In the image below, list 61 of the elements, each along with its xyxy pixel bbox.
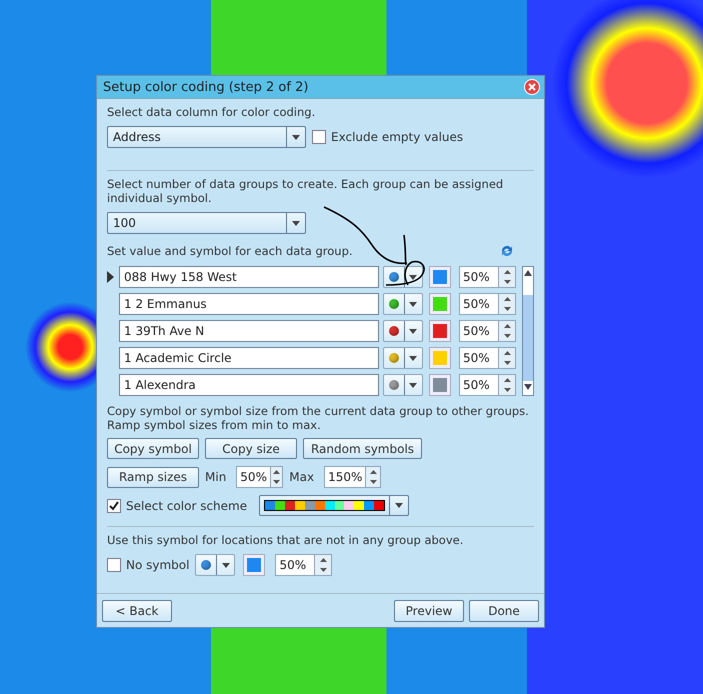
caret-icon (409, 274, 418, 280)
size-spinner[interactable]: 50% (459, 374, 516, 396)
color-swatch[interactable] (429, 266, 451, 288)
back-button[interactable]: < Back (102, 600, 172, 622)
action-button[interactable]: Random symbols (303, 438, 422, 459)
scroll-down-icon[interactable] (524, 384, 532, 390)
action-button[interactable]: Copy symbol (107, 438, 199, 459)
section-label: Copy symbol or symbol size from the current data group to other groups. Ramp symbol sizes from min to max. (107, 404, 530, 432)
color-scheme-checkbox[interactable]: Select color scheme (107, 498, 248, 512)
size-spinner[interactable]: 50% (275, 554, 332, 576)
size-spinner[interactable]: 50% (459, 266, 516, 288)
size-spinner[interactable]: 50% (459, 293, 516, 315)
caret-icon (409, 382, 418, 388)
section-label: Set value and symbol for each data group. (107, 244, 353, 258)
caret-icon (395, 503, 404, 508)
close-icon[interactable] (524, 79, 540, 95)
exclude-checkbox[interactable]: Exclude empty values (312, 130, 464, 144)
window-title: Setup color coding (step 2 of 2) (103, 80, 308, 94)
section-label: Select data column for color coding. (107, 105, 316, 119)
symbol-dropdown[interactable] (383, 293, 423, 315)
no-symbol-checkbox[interactable]: No symbol (107, 558, 190, 572)
group-count-dropdown[interactable]: 100 (107, 212, 306, 234)
checkmark-icon (109, 500, 119, 510)
value-field[interactable]: 1 2 Emmanus (119, 293, 379, 315)
ramp-sizes-button[interactable]: Ramp sizes (107, 466, 199, 488)
size-spinner[interactable]: 50% (459, 320, 516, 342)
color-swatch[interactable] (429, 320, 451, 342)
color-swatch[interactable] (429, 347, 451, 369)
symbol-dropdown[interactable] (383, 347, 423, 369)
value-field[interactable]: 1 39Th Ave N (119, 320, 379, 342)
symbol-dropdown[interactable] (383, 374, 423, 396)
caret-icon (222, 562, 230, 568)
action-button[interactable]: Copy size (205, 438, 297, 459)
color-swatch[interactable] (429, 293, 451, 315)
row-marker-icon (107, 271, 115, 283)
min-spinner[interactable]: 50% (236, 466, 284, 488)
symbol-dropdown[interactable] (383, 320, 423, 342)
color-scheme-dropdown[interactable] (259, 495, 410, 516)
caret-icon (409, 328, 418, 334)
value-field[interactable]: 088 Hwy 158 West (119, 266, 379, 288)
color-swatch[interactable] (243, 554, 266, 576)
section-label: Use this symbol for locations that are not in any group above. (107, 533, 464, 547)
refresh-icon[interactable] (500, 244, 514, 258)
color-swatch[interactable] (429, 374, 451, 396)
max-label: Max (289, 470, 314, 484)
caret-icon (292, 134, 300, 140)
section-label: Select number of data groups to create. Each group can be assigned individual symbol. (107, 177, 504, 205)
min-label: Min (205, 470, 226, 484)
max-spinner[interactable]: 150% (324, 466, 382, 488)
caret-icon (409, 356, 418, 360)
value-field[interactable]: 1 Academic Circle (119, 347, 379, 369)
scrollbar[interactable] (522, 266, 534, 396)
preview-button[interactable]: Preview (394, 600, 464, 622)
column-dropdown[interactable]: Address (107, 126, 306, 148)
size-spinner[interactable]: 50% (459, 347, 516, 369)
symbol-dropdown[interactable] (195, 554, 236, 576)
caret-icon (292, 220, 300, 226)
caret-icon (409, 302, 418, 306)
value-field[interactable]: 1 Alexendra (119, 374, 379, 396)
scroll-up-icon[interactable] (524, 270, 532, 276)
done-button[interactable]: Done (469, 600, 539, 622)
